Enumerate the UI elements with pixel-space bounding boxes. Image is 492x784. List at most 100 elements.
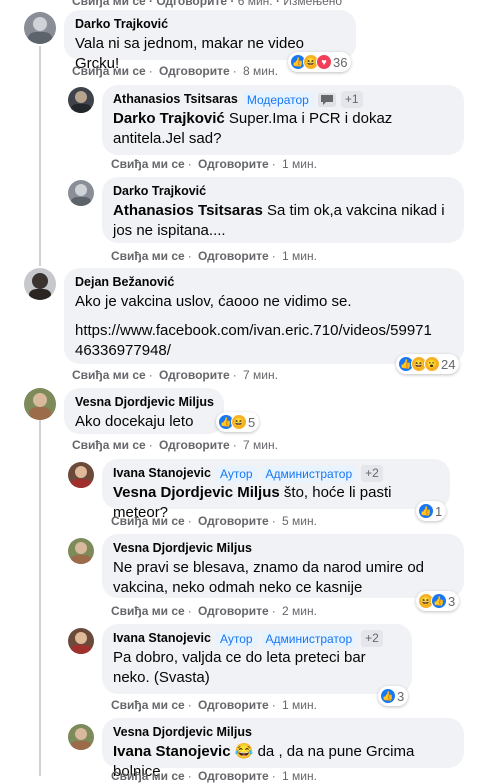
comment-actions: Свиђа ми се · Одговорите · 7 мин. bbox=[72, 368, 278, 382]
wow-reaction-icon: 😮 bbox=[424, 356, 440, 372]
reply-link[interactable]: Одговорите bbox=[198, 249, 269, 263]
reply-link[interactable]: Одговорите bbox=[159, 64, 230, 78]
reaction-summary[interactable]: 👍 1 bbox=[416, 501, 447, 521]
comment-actions: Свиђа ми се · Одговорите · 1 мин. bbox=[111, 157, 317, 171]
like-link[interactable]: Свиђа ми се bbox=[111, 157, 185, 171]
timestamp[interactable]: 8 мин. bbox=[243, 64, 278, 78]
timestamp[interactable]: 5 мин. bbox=[282, 514, 317, 528]
timestamp[interactable]: 1 мин. bbox=[282, 157, 317, 171]
comment-author[interactable]: Darko Trajković bbox=[113, 183, 206, 200]
comment-bubble: Ivana Stanojevic Аутор Администратор +2 … bbox=[102, 459, 450, 521]
like-link[interactable]: Свиђа ми се bbox=[111, 249, 185, 263]
comment-bubble: Darko Trajković Athanasios Tsitsaras Sa … bbox=[102, 177, 464, 243]
avatar[interactable] bbox=[24, 388, 56, 420]
top-cut-actions: Свиђа ми се · Одговорите · 6 мин. · Изме… bbox=[72, 0, 342, 8]
reaction-count: 3 bbox=[397, 688, 405, 704]
comment-bubble: Vesna Djordjevic Miljus Ne pravi se bles… bbox=[102, 534, 464, 598]
video-link[interactable]: https://www.facebook.com/ivan.eric.710/v… bbox=[75, 322, 432, 359]
reaction-count: 36 bbox=[333, 54, 348, 70]
like-reaction-icon: 👍 bbox=[380, 688, 396, 704]
reply-link[interactable]: Одговорите bbox=[198, 514, 269, 528]
reaction-summary[interactable]: 👍 😆 😮 24 bbox=[396, 354, 460, 374]
comment-author[interactable]: Ivana Stanojevic bbox=[113, 465, 211, 482]
reply-link[interactable]: Одговорите bbox=[156, 0, 227, 8]
comment-actions: Свиђа ми се · Одговорите · 2 мин. bbox=[111, 604, 317, 618]
comment-actions: Свиђа ми се · Одговорите · 1 мин. bbox=[111, 249, 317, 263]
reaction-summary[interactable]: 👍 😆 ♥ 36 bbox=[288, 52, 352, 72]
avatar[interactable] bbox=[68, 724, 94, 750]
like-link[interactable]: Свиђа ми се bbox=[111, 698, 185, 712]
more-badges[interactable]: +2 bbox=[361, 630, 383, 647]
comment-bubble: Ivana Stanojevic Аутор Администратор +2 … bbox=[102, 624, 412, 694]
admin-badge[interactable]: Администратор bbox=[261, 630, 357, 647]
mention-link[interactable]: Darko Trajković bbox=[113, 110, 225, 127]
mention-link[interactable]: Vesna Djordjevic Miljus bbox=[113, 484, 280, 501]
comment-text: Athanasios Tsitsaras Sa tim ok,a vakcina… bbox=[113, 202, 445, 239]
timestamp[interactable]: 1 мин. bbox=[282, 249, 317, 263]
edited-label: Измењено bbox=[283, 0, 343, 8]
avatar[interactable] bbox=[68, 180, 94, 206]
reply-link[interactable]: Одговорите bbox=[198, 157, 269, 171]
chat-badge-icon[interactable] bbox=[317, 92, 336, 107]
timestamp[interactable]: 7 мин. bbox=[243, 438, 278, 452]
avatar[interactable] bbox=[24, 268, 56, 300]
comment-author[interactable]: Darko Trajković bbox=[75, 16, 168, 33]
reaction-count: 24 bbox=[441, 356, 456, 372]
mention-link[interactable]: Athanasios Tsitsaras bbox=[113, 202, 263, 219]
comment-bubble: Vesna Djordjevic Miljus Ivana Stanojevic… bbox=[102, 718, 464, 780]
author-badge[interactable]: Аутор bbox=[215, 465, 257, 482]
timestamp[interactable]: 1 мин. bbox=[282, 698, 317, 712]
comment-actions: Свиђа ми се · Одговорите · 8 мин. bbox=[72, 64, 278, 78]
avatar[interactable] bbox=[68, 87, 94, 113]
comment-author[interactable]: Vesna Djordjevic Miljus bbox=[113, 724, 252, 741]
comment-text: Ako docekaju leto bbox=[75, 413, 194, 430]
reaction-summary[interactable]: 👍 3 bbox=[378, 686, 409, 706]
comment-author[interactable]: Dejan Bežanović bbox=[75, 274, 174, 291]
comment-text: Ako je vakcina uslov, ćaooo ne vidimo se… bbox=[75, 293, 352, 310]
mention-link[interactable]: Ivana Stanojevic bbox=[113, 743, 231, 760]
comment-author[interactable]: Ivana Stanojevic bbox=[113, 630, 211, 647]
comment-author[interactable]: Vesna Djordjevic Miljus bbox=[75, 394, 214, 411]
reaction-summary[interactable]: 👍 😆 5 bbox=[216, 412, 260, 432]
comment-author[interactable]: Vesna Djordjevic Miljus bbox=[113, 540, 252, 557]
avatar[interactable] bbox=[24, 12, 56, 44]
like-link[interactable]: Свиђа ми се bbox=[111, 514, 185, 528]
comment-actions: Свиђа ми се · Одговорите · 5 мин. bbox=[111, 514, 317, 528]
more-badges[interactable]: +2 bbox=[361, 465, 383, 482]
timestamp[interactable]: 7 мин. bbox=[243, 368, 278, 382]
comment-actions: Свиђа ми се · Одговорите · 1 мин. bbox=[111, 769, 317, 783]
comment-text: Pa dobro, valjda ce do leta preteci bar … bbox=[113, 649, 366, 686]
like-link[interactable]: Свиђа ми се bbox=[72, 438, 146, 452]
reply-link[interactable]: Одговорите bbox=[198, 604, 269, 618]
like-link[interactable]: Свиђа ми се bbox=[72, 0, 146, 8]
reply-link[interactable]: Одговорите bbox=[159, 438, 230, 452]
thread-line bbox=[39, 46, 41, 266]
timestamp[interactable]: 1 мин. bbox=[282, 769, 317, 783]
comment-actions: Свиђа ми се · Одговорите · 1 мин. bbox=[111, 698, 317, 712]
comment-text: Darko Trajković Super.Ima i PCR i dokaz … bbox=[113, 110, 393, 147]
more-badges[interactable]: +1 bbox=[340, 91, 363, 108]
timestamp[interactable]: 2 мин. bbox=[282, 604, 317, 618]
avatar[interactable] bbox=[68, 628, 94, 654]
avatar[interactable] bbox=[68, 538, 94, 564]
avatar[interactable] bbox=[68, 462, 94, 488]
timestamp[interactable]: 6 мин. bbox=[238, 0, 273, 8]
admin-badge[interactable]: Администратор bbox=[261, 465, 357, 482]
author-badge[interactable]: Аутор bbox=[215, 630, 257, 647]
moderator-badge[interactable]: Модератор bbox=[242, 91, 313, 108]
comment-bubble: Dejan Bežanović Ako je vakcina uslov, ća… bbox=[64, 268, 464, 364]
reaction-count: 3 bbox=[448, 593, 456, 609]
like-link[interactable]: Свиђа ми се bbox=[111, 769, 185, 783]
love-reaction-icon: ♥ bbox=[316, 54, 332, 70]
like-reaction-icon: 👍 bbox=[431, 593, 447, 609]
comment-text: Ne pravi se blesava, znamo da narod umir… bbox=[113, 559, 425, 596]
reply-link[interactable]: Одговорите bbox=[198, 698, 269, 712]
reply-link[interactable]: Одговорите bbox=[198, 769, 269, 783]
reply-link[interactable]: Одговорите bbox=[159, 368, 230, 382]
reaction-summary[interactable]: 😆 👍 3 bbox=[416, 591, 460, 611]
like-link[interactable]: Свиђа ми се bbox=[111, 604, 185, 618]
like-reaction-icon: 👍 bbox=[418, 503, 434, 519]
like-link[interactable]: Свиђа ми се bbox=[72, 368, 146, 382]
comment-author[interactable]: Athanasios Tsitsaras bbox=[113, 91, 238, 108]
like-link[interactable]: Свиђа ми се bbox=[72, 64, 146, 78]
